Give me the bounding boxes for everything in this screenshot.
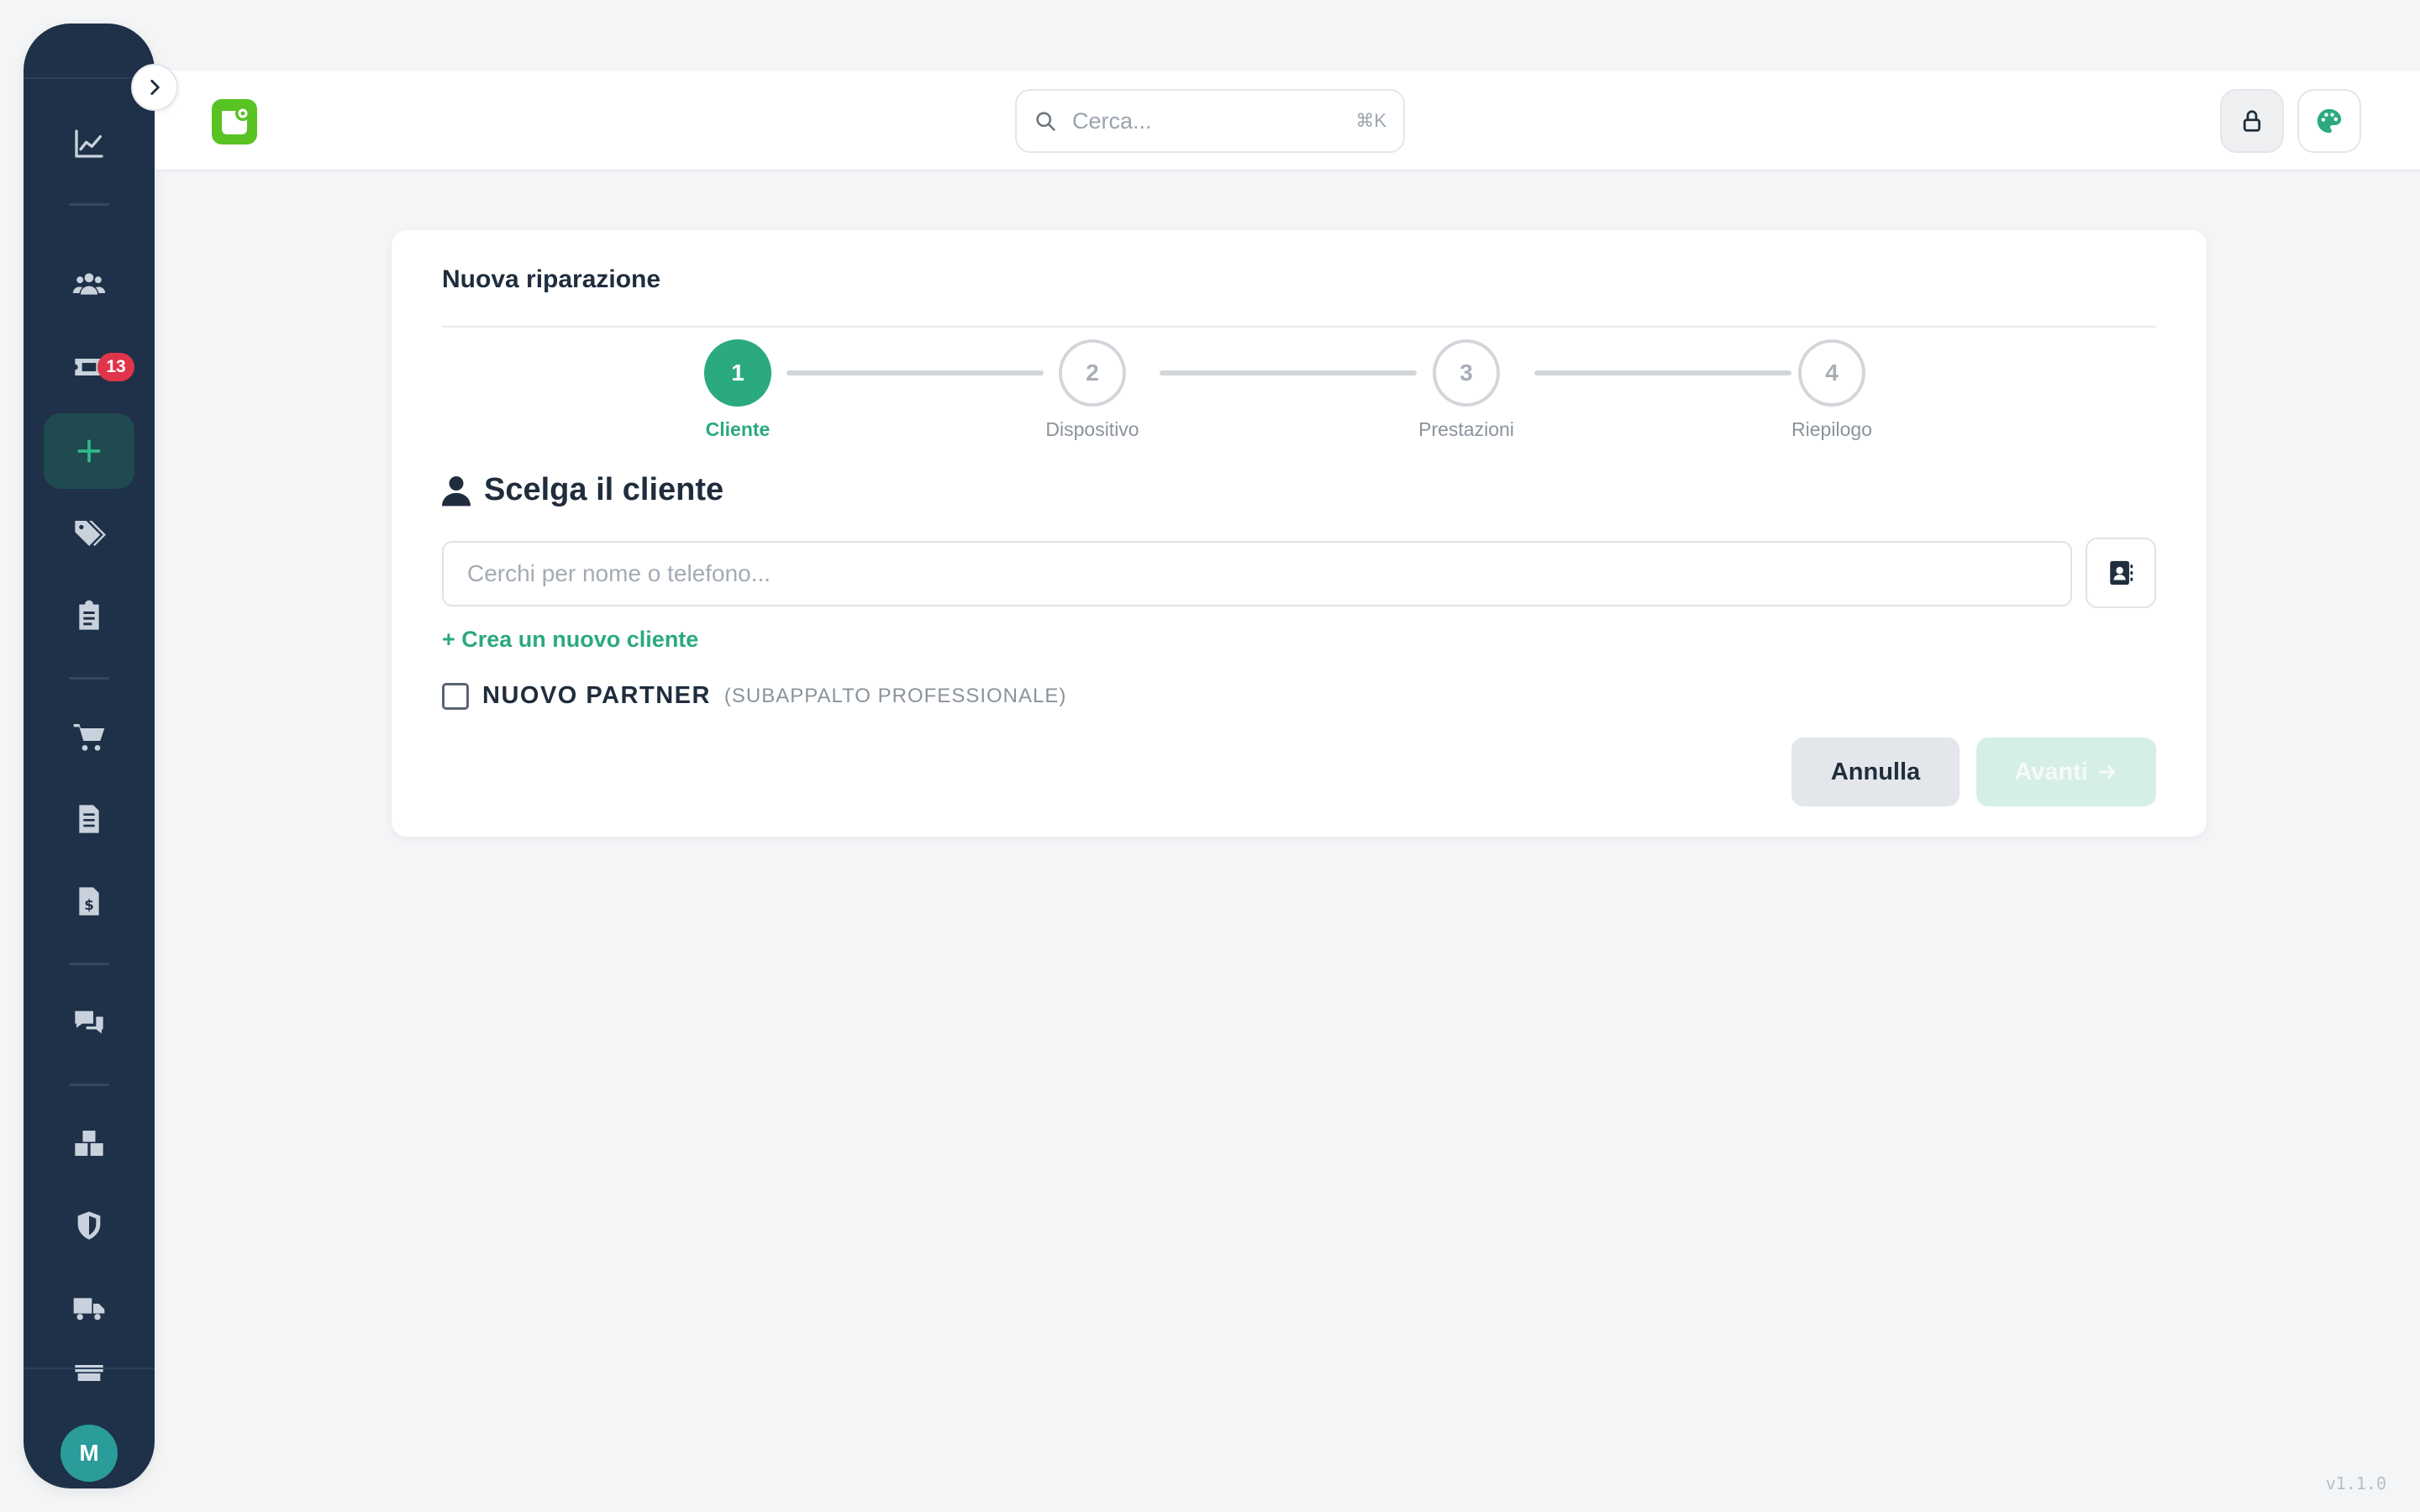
svg-text:$: $ xyxy=(84,897,94,913)
palette-icon xyxy=(2317,108,2342,134)
chart-line-icon xyxy=(75,129,103,158)
section-title-text: Scelga il cliente xyxy=(484,472,724,507)
address-book-icon xyxy=(2110,560,2133,585)
next-button[interactable]: Avanti xyxy=(1976,738,2156,806)
stepper-connector xyxy=(1534,370,1791,375)
sidebar-bottom-divider xyxy=(24,1368,155,1369)
cancel-button[interactable]: Annulla xyxy=(1791,738,1960,806)
sidebar-expand-button[interactable] xyxy=(131,64,178,111)
sidebar-item-inventory[interactable] xyxy=(44,1105,134,1181)
sidebar-item-shipping[interactable] xyxy=(44,1270,134,1346)
tickets-badge: 13 xyxy=(97,353,134,381)
sidebar-item-documents[interactable] xyxy=(44,781,134,857)
step-label: Riepilogo xyxy=(1791,418,1872,440)
next-button-label: Avanti xyxy=(2014,758,2088,785)
step-prestazioni[interactable]: 3 Prestazioni xyxy=(1391,339,1542,441)
users-icon xyxy=(72,273,106,295)
new-repair-card: Nuova riparazione 1 Cliente 2 Dispositiv… xyxy=(392,230,2207,837)
comments-icon xyxy=(75,1011,103,1034)
search-icon xyxy=(1036,112,1055,131)
search-shortcut: ⌘K xyxy=(1355,110,1386,131)
new-partner-checkbox[interactable] xyxy=(442,682,469,710)
create-customer-link[interactable]: + Crea un nuovo cliente xyxy=(442,627,698,653)
sidebar-item-tags[interactable] xyxy=(44,496,134,571)
sidebar-item-tickets[interactable]: 13 xyxy=(44,329,134,405)
sidebar-separator xyxy=(69,677,109,680)
user-avatar[interactable]: M xyxy=(60,1425,118,1482)
step-number: 1 xyxy=(704,339,771,407)
section-title: Scelga il cliente xyxy=(442,472,723,508)
card-divider xyxy=(442,326,2156,328)
step-dispositivo[interactable]: 2 Dispositivo xyxy=(1017,339,1168,441)
global-search[interactable]: Cerca... ⌘K xyxy=(1015,89,1405,153)
clipboard-list-icon xyxy=(79,600,99,630)
sidebar-separator xyxy=(69,203,109,206)
document-icon xyxy=(79,805,99,833)
sidebar-item-messages[interactable] xyxy=(44,984,134,1060)
top-bar: Cerca... ⌘K xyxy=(155,71,2420,171)
sidebar-item-archive[interactable] xyxy=(44,1352,134,1381)
sidebar-item-warranty[interactable] xyxy=(44,1188,134,1263)
shield-icon xyxy=(77,1211,101,1240)
logo-icon xyxy=(222,106,250,134)
step-label: Dispositivo xyxy=(1045,418,1139,440)
invoice-dollar-icon: $ xyxy=(79,887,99,916)
page-title: Nuova riparazione xyxy=(442,265,661,293)
sidebar-separator xyxy=(69,1084,109,1086)
search-placeholder: Cerca... xyxy=(1072,108,1152,134)
sidebar-item-checklist[interactable] xyxy=(44,578,134,654)
sidebar-item-customers[interactable] xyxy=(44,247,134,323)
step-number: 4 xyxy=(1798,339,1865,407)
lock-icon xyxy=(2243,110,2261,132)
sidebar: 13 $ M xyxy=(24,24,155,1488)
truck-icon xyxy=(73,1298,105,1320)
step-label: Cliente xyxy=(705,418,771,440)
customer-search-input[interactable] xyxy=(442,541,2072,606)
theme-button[interactable] xyxy=(2297,89,2361,153)
stepper-connector xyxy=(786,370,1044,375)
plus-icon xyxy=(77,439,101,463)
stepper-connector xyxy=(1160,370,1417,375)
new-partner-option[interactable]: NUOVO PARTNER (SUBAPPALTO PROFESSIONALE) xyxy=(442,682,1066,710)
cart-icon xyxy=(73,724,105,751)
step-riepilogo[interactable]: 4 Riepilogo xyxy=(1756,339,1907,441)
sidebar-item-dashboard[interactable] xyxy=(44,106,134,181)
user-icon xyxy=(442,475,471,506)
contacts-book-button[interactable] xyxy=(2086,538,2156,608)
tags-icon xyxy=(75,521,106,546)
sidebar-separator xyxy=(69,963,109,965)
sidebar-item-invoices[interactable]: $ xyxy=(44,864,134,939)
app-version: v1.1.0 xyxy=(2325,1473,2386,1494)
boxes-icon xyxy=(75,1131,103,1156)
lock-button[interactable] xyxy=(2220,89,2284,153)
step-label: Prestazioni xyxy=(1418,418,1514,440)
step-number: 2 xyxy=(1059,339,1126,407)
step-cliente[interactable]: 1 Cliente xyxy=(662,339,813,441)
new-partner-label: NUOVO PARTNER xyxy=(482,682,711,709)
sidebar-item-new-repair[interactable] xyxy=(44,413,134,489)
chevron-right-icon xyxy=(150,80,160,95)
archive-icon xyxy=(75,1365,103,1381)
new-partner-sublabel: (SUBAPPALTO PROFESSIONALE) xyxy=(723,684,1067,707)
arrow-right-icon xyxy=(2098,765,2115,779)
step-number: 3 xyxy=(1433,339,1500,407)
app-logo[interactable] xyxy=(212,99,257,144)
sidebar-item-cart[interactable] xyxy=(44,699,134,774)
